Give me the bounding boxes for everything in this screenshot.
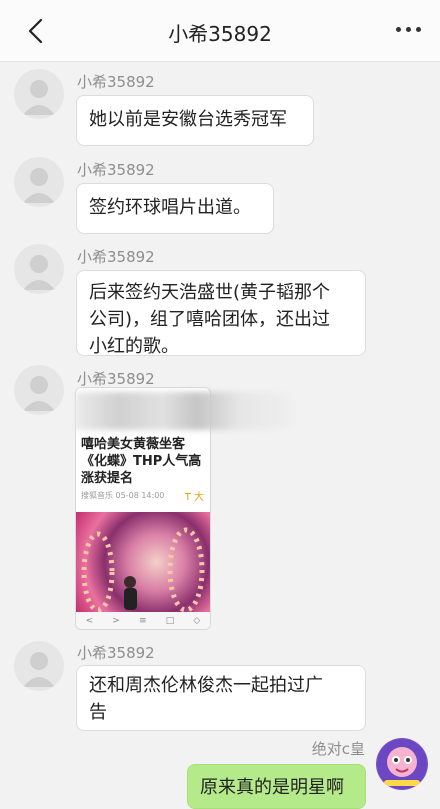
avatar[interactable] bbox=[14, 69, 64, 119]
message-line: 告 bbox=[89, 702, 107, 723]
more-button[interactable] bbox=[390, 14, 426, 44]
my-avatar[interactable] bbox=[376, 738, 428, 790]
nav-menu-icon: ≡ bbox=[139, 616, 147, 626]
default-avatar-icon bbox=[23, 376, 55, 411]
sender-name: 小希35892 bbox=[77, 248, 155, 266]
top-bar: 小希35892 bbox=[0, 0, 440, 62]
default-avatar-icon bbox=[23, 255, 55, 290]
message-line: 后来签约天浩盛世(黄子韬那个 bbox=[89, 282, 331, 303]
photo-illustration bbox=[81, 527, 205, 613]
my-message-bubble[interactable]: 原来真的是明星啊 bbox=[187, 764, 366, 809]
my-name: 绝对c皇 bbox=[311, 740, 365, 758]
sender-name: 小希35892 bbox=[77, 370, 155, 388]
default-avatar-icon bbox=[23, 652, 55, 687]
nav-tabs-icon: □ bbox=[165, 616, 175, 626]
avatar[interactable] bbox=[14, 157, 64, 207]
user-avatar-icon bbox=[377, 739, 427, 789]
sender-name: 小希35892 bbox=[77, 161, 155, 179]
avatar[interactable] bbox=[14, 365, 64, 415]
sender-name: 小希35892 bbox=[77, 644, 155, 662]
badge-text: 大 bbox=[194, 492, 204, 503]
message-bubble[interactable]: 她以前是安徽台选秀冠军 bbox=[76, 95, 314, 146]
blurred-region bbox=[75, 392, 295, 430]
phone-nav-bar: < > ≡ □ ◇ bbox=[76, 612, 210, 629]
nav-forward-icon: > bbox=[112, 616, 120, 626]
default-avatar-icon bbox=[23, 168, 55, 203]
default-avatar-icon bbox=[23, 80, 55, 115]
nav-back-icon: < bbox=[85, 616, 94, 626]
more-dot bbox=[415, 26, 421, 32]
message-bubble[interactable]: 签约环球唱片出道。 bbox=[76, 183, 274, 234]
news-meta: 搜狐音乐 05-08 14:00 bbox=[81, 491, 165, 500]
page-title: 小希35892 bbox=[168, 22, 272, 46]
avatar[interactable] bbox=[14, 641, 64, 691]
badge-letter: T bbox=[184, 492, 191, 503]
message-bubble[interactable]: 还和周杰伦林俊杰一起拍过广 告 bbox=[76, 665, 366, 731]
news-headline: 嘻哈美女黄薇坐客《化蝶》THP人气高涨获提名 bbox=[81, 437, 202, 486]
more-dot bbox=[405, 26, 411, 32]
message-line: 公司)，组了嘻哈团体，还出过 bbox=[89, 309, 331, 330]
news-photo bbox=[76, 512, 210, 613]
message-line: 小红的歌。 bbox=[89, 336, 179, 357]
more-dots-icon bbox=[395, 26, 401, 32]
news-badge: T 大 bbox=[185, 488, 204, 503]
message-line: 还和周杰伦林俊杰一起拍过广 bbox=[89, 675, 323, 696]
message-bubble[interactable]: 后来签约天浩盛世(黄子韬那个 公司)，组了嘻哈团体，还出过 小红的歌。 bbox=[76, 270, 366, 357]
sender-name: 小希35892 bbox=[77, 73, 155, 91]
avatar[interactable] bbox=[14, 244, 64, 294]
nav-home-icon: ◇ bbox=[193, 616, 201, 626]
